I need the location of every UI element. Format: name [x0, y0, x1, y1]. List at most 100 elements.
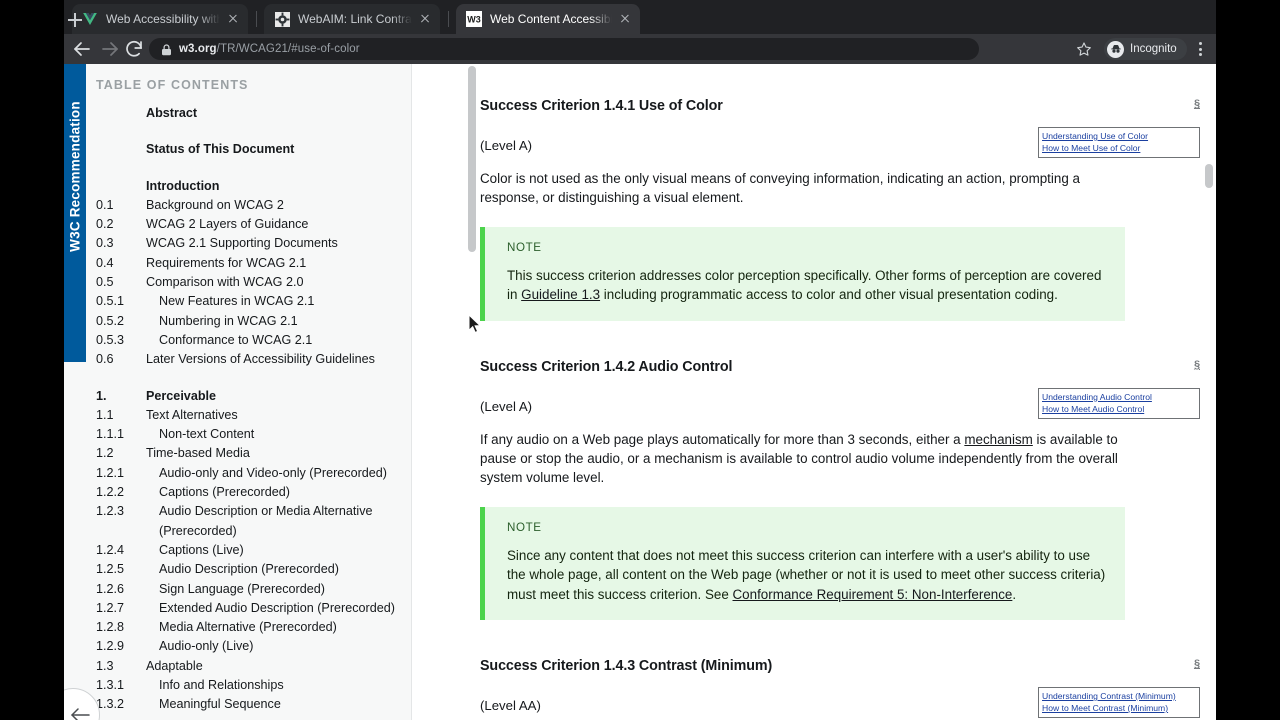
- toc-item-number: 1.2.2: [96, 485, 125, 500]
- incognito-indicator[interactable]: Incognito: [1104, 38, 1187, 60]
- browser-tab-1[interactable]: WebAIM: Link Contrast Checker: [264, 4, 440, 34]
- page-scrollbar-thumb[interactable]: [1204, 164, 1213, 188]
- criterion-level-row: (Level A) Understanding Use of Color How…: [480, 127, 1200, 159]
- letterbox-left: [0, 0, 64, 720]
- toc-item-label: Info and Relationships: [159, 678, 284, 693]
- note-inline-link[interactable]: Conformance Requirement 5: Non-Interfere…: [733, 587, 1013, 602]
- toc-divider: [411, 64, 412, 720]
- toc-item-label: Perceivable: [146, 388, 217, 403]
- toc-item-number: 1.2.1: [96, 465, 125, 480]
- toc-item[interactable]: 1.3.2 Meaningful Sequence: [86, 695, 412, 714]
- toc-item-number: 1.2.6: [96, 581, 125, 596]
- toc-item[interactable]: 0.3 WCAG 2.1 Supporting Documents: [86, 234, 412, 253]
- criterion-heading: Success Criterion 1.4.2 Audio Control: [480, 358, 733, 375]
- section-anchor-link[interactable]: §: [1194, 359, 1200, 371]
- toc-item[interactable]: 1.2 Time-based Media: [86, 444, 412, 463]
- how-to-meet-link[interactable]: How to Meet Use of Color: [1042, 142, 1196, 154]
- toc-item[interactable]: 0.4 Requirements for WCAG 2.1: [86, 254, 412, 273]
- toc-item[interactable]: 1.2.3 Audio Description or Media Alternat…: [86, 502, 412, 541]
- toc-item[interactable]: 1.3.1 Info and Relationships: [86, 676, 412, 695]
- toc-item[interactable]: 1.2.8 Media Alternative (Prerecorded): [86, 618, 412, 637]
- toc-item[interactable]: 1.1 Text Alternatives: [86, 406, 412, 425]
- toc-item-number: 1.2.4: [96, 542, 125, 557]
- toc-item[interactable]: 1.2.1 Audio-only and Video-only (Prerecor…: [86, 464, 412, 483]
- toc-item-label: Media Alternative (Prerecorded): [159, 620, 337, 635]
- new-tab-button[interactable]: [64, 9, 86, 31]
- back-button[interactable]: [70, 37, 94, 61]
- toc-item[interactable]: Introduction: [86, 177, 412, 196]
- how-to-meet-link[interactable]: How to Meet Contrast (Minimum): [1042, 702, 1196, 714]
- understanding-link[interactable]: Understanding Contrast (Minimum): [1042, 690, 1196, 702]
- toc-item[interactable]: 1.1.1 Non-text Content: [86, 425, 412, 444]
- toc-item[interactable]: 0.6 Later Versions of Accessibility Guide…: [86, 350, 412, 369]
- toc-item-label: Introduction: [146, 178, 220, 193]
- section-anchor-link[interactable]: §: [1194, 658, 1200, 670]
- note-text: This success criterion addresses color p…: [507, 266, 1107, 305]
- mechanism-link[interactable]: mechanism: [964, 432, 1032, 447]
- lock-icon: [161, 43, 172, 56]
- toc-item[interactable]: 0.5.2 Numbering in WCAG 2.1: [86, 312, 412, 331]
- toc-item[interactable]: 0.5.1 New Features in WCAG 2.1: [86, 292, 412, 311]
- toc-item[interactable]: 1.2.5 Audio Description (Prerecorded): [86, 560, 412, 579]
- toc-item[interactable]: 0.1 Background on WCAG 2: [86, 196, 412, 215]
- criterion-level-row: (Level AA) Understanding Contrast (Minim…: [480, 687, 1200, 719]
- toc-item-number: 1.: [96, 388, 107, 403]
- toc-item[interactable]: Status of This Document: [86, 140, 412, 159]
- toc-item-number: [96, 104, 146, 123]
- note-inline-link[interactable]: Guideline 1.3: [521, 287, 600, 302]
- toc-item-label: Background on WCAG 2: [146, 197, 284, 212]
- screen: Web Accessibility with Vue WebAIM: Link …: [0, 0, 1280, 720]
- toc-list[interactable]: TABLE OF CONTENTS Abstract Status of This…: [86, 64, 412, 720]
- bookmark-star-icon[interactable]: [1076, 41, 1092, 57]
- close-icon[interactable]: [616, 10, 634, 28]
- toc-item[interactable]: 1.2.6 Sign Language (Prerecorded): [86, 580, 412, 599]
- browser-tab-0-label: Web Accessibility with Vue: [106, 12, 220, 26]
- w3c-recommendation-label: W3C Recommendation: [67, 101, 83, 252]
- how-to-meet-link[interactable]: How to Meet Audio Control: [1042, 403, 1196, 415]
- understanding-link[interactable]: Understanding Use of Color: [1042, 130, 1196, 142]
- toc-item[interactable]: 0.5.3 Conformance to WCAG 2.1: [86, 331, 412, 350]
- toc-item[interactable]: 1.2.7 Extended Audio Description (Prereco…: [86, 599, 412, 618]
- criterion-heading-row: Success Criterion 1.4.2 Audio Control §: [480, 359, 1200, 375]
- toc-item[interactable]: Abstract: [86, 104, 412, 123]
- address-bar[interactable]: w3.org/TR/WCAG21/#use-of-color: [149, 38, 979, 60]
- toc-item[interactable]: 1.2.9 Audio-only (Live): [86, 637, 412, 656]
- toc-item-label: Extended Audio Description (Prerecorded): [159, 600, 395, 615]
- toc-item-number: 1.2: [96, 446, 114, 461]
- criterion-text-before: If any audio on a Web page plays automat…: [480, 431, 965, 447]
- reload-button[interactable]: [122, 37, 146, 61]
- toc-item[interactable]: 1.2.2 Captions (Prerecorded): [86, 483, 412, 502]
- note-text-after: .: [1012, 586, 1017, 602]
- toc-item[interactable]: 1. Perceivable: [86, 387, 412, 406]
- toc-scrollbar-thumb[interactable]: [467, 66, 476, 252]
- criterion-heading: Success Criterion 1.4.3 Contrast (Minimu…: [480, 658, 773, 675]
- toc-item-label: Captions (Live): [159, 542, 244, 557]
- toc-item[interactable]: 0.5 Comparison with WCAG 2.0: [86, 273, 412, 292]
- close-icon[interactable]: [416, 10, 434, 28]
- toc-item[interactable]: 1.2.4 Captions (Live): [86, 541, 412, 560]
- toc-item-label: Sign Language (Prerecorded): [159, 581, 325, 596]
- forward-button[interactable]: [98, 37, 122, 61]
- toc-item-label: Meaningful Sequence: [159, 697, 281, 712]
- toc-item-number: 0.5.1: [96, 294, 125, 309]
- tab-divider: [256, 11, 257, 27]
- document-content: Success Criterion 1.4.1 Use of Color § (…: [480, 64, 1200, 720]
- understanding-link[interactable]: Understanding Audio Control: [1042, 391, 1196, 403]
- browser-tab-2[interactable]: W3 Web Content Accessibility Guidelines …: [456, 4, 640, 34]
- chrome-menu-button[interactable]: [1190, 38, 1210, 60]
- toc-item[interactable]: 0.2 WCAG 2 Layers of Guidance: [86, 215, 412, 234]
- note-box: NOTE This success criterion addresses co…: [480, 226, 1125, 321]
- page-scrollbar[interactable]: [1201, 64, 1216, 720]
- toc-item-number: 1.2.8: [96, 620, 125, 635]
- toc-scrollbar[interactable]: [464, 64, 479, 720]
- toc-item-number: 1.2.5: [96, 562, 125, 577]
- toc-rows: Abstract Status of This Document Introduct…: [86, 104, 412, 715]
- toc-item-number: 0.2: [96, 217, 114, 232]
- browser-tab-0[interactable]: Web Accessibility with Vue: [72, 4, 248, 34]
- toc-item-number: 0.5: [96, 275, 114, 290]
- success-criterion-1-4-3: Success Criterion 1.4.3 Contrast (Minimu…: [480, 658, 1200, 719]
- criterion-link-box: Understanding Use of Color How to Meet U…: [1038, 127, 1200, 158]
- toc-item[interactable]: 1.3 Adaptable: [86, 657, 412, 676]
- section-anchor-link[interactable]: §: [1194, 98, 1200, 110]
- close-icon[interactable]: [224, 10, 242, 28]
